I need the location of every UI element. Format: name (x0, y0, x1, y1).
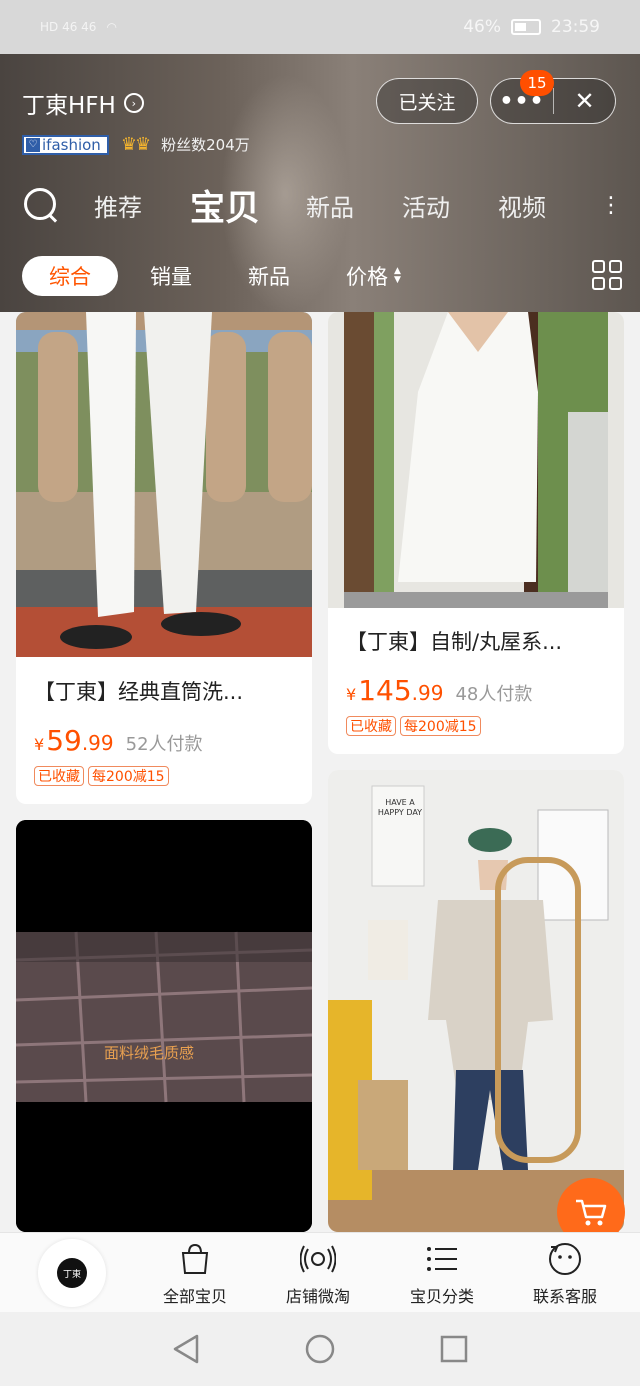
price-row: ¥ 59 .99 52人付款 (34, 724, 203, 757)
ifashion-logo-icon: ♡ (26, 137, 40, 152)
sales-count: 52人付款 (125, 734, 203, 755)
tab-products[interactable]: 宝贝 (190, 180, 260, 231)
shop-name-row[interactable]: 丁東HFH › (22, 86, 144, 120)
fans-count: 粉丝数204万 (161, 136, 250, 154)
shop-header: 丁東HFH › ♡ ifashion ♛♛ 粉丝数204万 已关注 ••• ✕ … (0, 54, 640, 312)
sort-icon: ▲ ▼ (394, 266, 401, 285)
product-card[interactable]: 【丁東】自制/丸屋系... ¥ 145 .99 48人付款 已收藏 每200减1… (328, 312, 624, 754)
home-icon[interactable] (304, 1333, 336, 1365)
product-title: 【丁東】经典直筒洗... (34, 680, 244, 704)
list-icon (427, 1247, 457, 1271)
chat-face-icon (549, 1243, 581, 1275)
chevron-right-icon[interactable]: › (123, 93, 144, 113)
favorited-tag: 已收藏 (34, 766, 84, 786)
more-tabs-icon[interactable]: ⋮ (600, 193, 622, 218)
filter-overall[interactable]: 综合 (22, 256, 118, 296)
customer-service-button[interactable]: 联系客服 (510, 1241, 620, 1307)
system-navigation (0, 1312, 640, 1386)
video-caption: 面料绒毛质感 (104, 1044, 195, 1062)
sales-count: 48人付款 (455, 684, 533, 705)
broadcast-icon (300, 1245, 336, 1273)
tab-recommend[interactable]: 推荐 (94, 188, 142, 223)
shop-logo[interactable]: 丁東 (38, 1239, 106, 1307)
tab-activity[interactable]: 活动 (402, 188, 450, 223)
product-card[interactable]: 【丁東】经典直筒洗... ¥ 59 .99 52人付款 已收藏 每200减15 (16, 312, 312, 804)
follow-button[interactable]: 已关注 (376, 78, 478, 124)
notification-badge: 15 (520, 70, 554, 96)
shop-name: 丁東HFH (22, 93, 116, 119)
battery-percent: 46% (463, 17, 501, 37)
network-indicators: HD 46 46 ◠ (40, 20, 117, 34)
filter-price[interactable]: 价格 ▲ ▼ (346, 261, 401, 291)
favorited-tag: 已收藏 (346, 716, 396, 736)
cart-icon (576, 1199, 607, 1226)
product-image (328, 312, 624, 608)
close-icon[interactable]: ✕ (554, 87, 615, 115)
discount-tag: 每200减15 (88, 766, 169, 786)
signal-icon: HD 46 46 (40, 20, 97, 34)
tag-list: 已收藏 每200减15 (34, 766, 169, 786)
price: 59 (46, 724, 82, 757)
shopping-bag-icon (181, 1243, 209, 1274)
product-image (328, 770, 624, 1232)
crown-icon: ♛♛ (120, 134, 151, 155)
filter-sales[interactable]: 销量 (150, 261, 192, 291)
tab-video[interactable]: 视频 (498, 188, 546, 223)
shop-nav: 推荐 宝贝 新品 活动 视频 ⋮ (22, 180, 622, 231)
grid-view-icon[interactable] (592, 260, 622, 290)
shop-logo-mark: 丁東 (57, 1258, 87, 1288)
tag-list: 已收藏 每200减15 (346, 716, 481, 736)
price-row: ¥ 145 .99 48人付款 (346, 674, 533, 707)
shop-feed-button[interactable]: 店铺微淘 (263, 1241, 373, 1307)
recents-icon[interactable] (439, 1334, 469, 1364)
wifi-icon: ◠ (106, 20, 117, 34)
tab-new[interactable]: 新品 (306, 188, 354, 223)
all-products-button[interactable]: 全部宝贝 (140, 1241, 250, 1307)
categories-button[interactable]: 宝贝分类 (387, 1241, 497, 1307)
product-card[interactable]: HAVE A HAPPY DAY (328, 770, 624, 1232)
poster-text: HAVE A HAPPY DAY (377, 798, 423, 817)
search-icon[interactable] (22, 186, 60, 224)
product-title: 【丁東】自制/丸屋系... (346, 630, 563, 654)
filter-new[interactable]: 新品 (248, 261, 290, 291)
ifashion-badge: ♡ ifashion (22, 134, 109, 155)
shop-badges: ♡ ifashion ♛♛ 粉丝数204万 (22, 134, 250, 155)
clock: 23:59 (551, 17, 600, 37)
status-bar: HD 46 46 ◠ 46% 23:59 (0, 0, 640, 54)
discount-tag: 每200减15 (400, 716, 481, 736)
price: 145 (358, 674, 412, 707)
back-icon[interactable] (171, 1333, 201, 1365)
product-card[interactable]: 面料绒毛质感 (16, 820, 312, 1232)
bottom-bar: 丁東 全部宝贝 店铺微淘 宝贝分类 联系客服 (0, 1232, 640, 1312)
status-right: 46% 23:59 (463, 17, 600, 37)
product-image (16, 312, 312, 657)
battery-icon (511, 19, 541, 35)
filter-row: 综合 销量 新品 价格 ▲ ▼ (22, 256, 622, 296)
product-video (16, 820, 312, 1232)
